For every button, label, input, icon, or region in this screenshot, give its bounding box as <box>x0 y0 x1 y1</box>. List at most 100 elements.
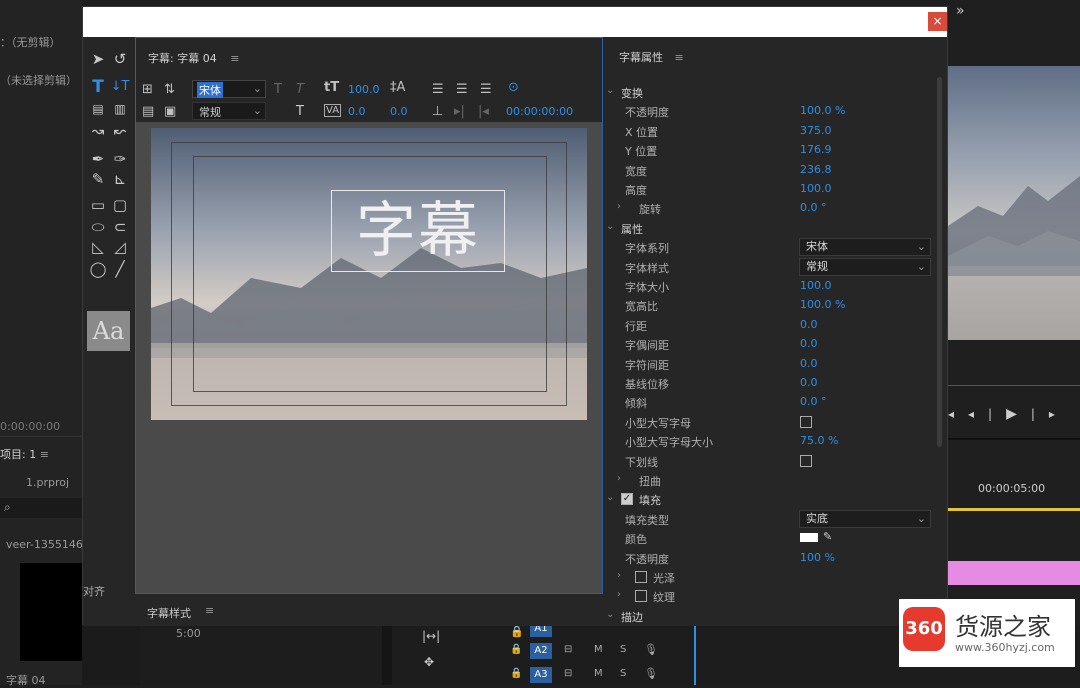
playhead-line[interactable] <box>694 625 696 685</box>
bold-icon[interactable]: T <box>274 82 282 97</box>
kerning-value[interactable]: 0.0 <box>348 105 366 118</box>
font-family-select[interactable]: 宋体 ⌄ <box>192 80 266 98</box>
property-checkbox[interactable] <box>800 415 812 428</box>
rotation-tool-icon[interactable]: ↺ <box>109 49 131 69</box>
property-checkbox[interactable] <box>635 571 647 583</box>
property-select[interactable]: 常规 ⌄ <box>799 257 931 276</box>
property-checkbox[interactable] <box>635 590 647 603</box>
color-swatch[interactable] <box>800 533 818 543</box>
property-select[interactable]: 实底 ⌄ <box>799 509 931 528</box>
ellipse-tool-icon[interactable]: ◯ <box>87 259 109 279</box>
dialog-titlebar[interactable]: × <box>83 7 947 37</box>
play-icon[interactable]: ▶ <box>1006 406 1031 422</box>
vertical-path-type-tool-icon[interactable]: ↜ <box>109 121 131 141</box>
property-value[interactable]: 100.0 <box>800 279 832 292</box>
timeline-clip[interactable] <box>948 561 1080 585</box>
property-value[interactable]: 0.0 <box>800 318 818 331</box>
delete-anchor-tool-icon[interactable]: ✑ <box>109 149 131 169</box>
leading-icon[interactable]: ‡A <box>390 80 405 95</box>
panel-menu-icon[interactable]: ≡ <box>230 52 239 65</box>
next-frame-icon[interactable]: |▸ <box>1031 407 1069 421</box>
close-button[interactable]: × <box>928 12 947 31</box>
arc-tool-icon[interactable]: ◿ <box>109 237 131 257</box>
chevron-right-icon[interactable]: › <box>617 570 621 581</box>
expand-icon[interactable]: » <box>956 3 965 19</box>
chevron-right-icon[interactable]: › <box>617 473 621 484</box>
property-value[interactable]: 0.0 ° <box>800 395 827 408</box>
property-value[interactable]: 75.0 % <box>800 434 838 447</box>
property-value[interactable]: 0.0 <box>800 337 818 350</box>
italic-icon[interactable]: T <box>296 82 304 97</box>
chevron-down-icon[interactable]: ⌄ <box>606 609 614 620</box>
prev-frame-icon[interactable]: ▸| <box>454 104 465 119</box>
panel-menu-icon[interactable]: ≡ <box>205 604 214 617</box>
leading-value[interactable]: 0.0 <box>390 105 408 118</box>
property-value[interactable]: 236.8 <box>800 163 832 176</box>
rounded-rectangle-tool-icon[interactable]: ▢ <box>109 195 131 215</box>
move-tool-icon[interactable]: ✥ <box>424 655 434 669</box>
add-anchor-tool-icon[interactable]: ✎ <box>87 169 109 189</box>
track-output-icon[interactable]: ⊟ <box>564 668 572 679</box>
chevron-down-icon[interactable]: ⌄ <box>606 85 614 96</box>
video-frame[interactable]: 字幕 <box>151 128 587 420</box>
project-tab[interactable]: 项目: 1 ≡ <box>0 446 49 462</box>
property-value[interactable]: 100.0 <box>800 182 832 195</box>
align-left-icon[interactable]: ☰ <box>432 82 444 97</box>
property-value[interactable]: 100.0 % <box>800 298 845 311</box>
chevron-down-icon[interactable]: ⌄ <box>606 492 614 503</box>
property-select[interactable]: 宋体 ⌄ <box>799 238 931 257</box>
chevron-right-icon[interactable]: › <box>617 589 621 600</box>
property-value[interactable]: 176.9 <box>800 143 832 156</box>
step-back-icon[interactable]: ◂ <box>948 407 968 421</box>
show-video-icon[interactable]: ⊙ <box>508 80 519 95</box>
property-value[interactable]: 100.0 % <box>800 104 845 117</box>
work-area-bar[interactable] <box>948 508 1080 511</box>
kerning-icon[interactable]: VA <box>324 104 342 117</box>
solo-button[interactable]: S <box>620 668 626 679</box>
lock-icon[interactable]: 🔒 <box>510 668 522 679</box>
pen-tool-icon[interactable]: ✒ <box>87 149 109 169</box>
property-checkbox[interactable] <box>800 454 812 467</box>
type-tool-icon[interactable]: T <box>87 77 109 97</box>
properties-scrollbar[interactable] <box>937 77 942 447</box>
background-video-icon[interactable]: ▣ <box>164 104 176 119</box>
microphone-icon[interactable]: 🎙 <box>644 643 658 656</box>
line-tool-icon[interactable]: ╱ <box>109 259 131 279</box>
video-timecode[interactable]: 00:00:00:00 <box>506 105 573 118</box>
microphone-icon[interactable]: 🎙 <box>644 667 658 680</box>
property-value[interactable]: 100 % <box>800 551 835 564</box>
tab-stops-icon[interactable]: ⊥ <box>432 104 443 119</box>
style-preview-swatch[interactable]: Aa <box>87 311 130 351</box>
new-title-icon[interactable]: ⊞ <box>142 82 153 97</box>
lock-icon[interactable]: 🔒 <box>510 644 522 655</box>
property-value[interactable]: 0.0 ° <box>800 201 827 214</box>
vertical-type-tool-icon[interactable]: ↓T <box>109 77 131 97</box>
property-value[interactable]: 0.0 <box>800 376 818 389</box>
prev-frame-icon[interactable]: ◂| <box>968 407 1006 421</box>
property-row[interactable]: › 纹理 <box>603 587 933 606</box>
convert-anchor-tool-icon[interactable]: ⊾ <box>109 169 131 189</box>
align-center-icon[interactable]: ☰ <box>456 82 468 97</box>
property-row[interactable]: › 旋转 0.0 ° <box>603 199 933 218</box>
vertical-area-type-tool-icon[interactable]: ▥ <box>109 99 131 119</box>
track-label[interactable]: A2 <box>530 643 552 659</box>
roll-crawl-icon[interactable]: ⇅ <box>164 82 175 97</box>
property-row[interactable]: › 扭曲 <box>603 471 933 490</box>
area-type-tool-icon[interactable]: ▤ <box>87 99 109 119</box>
property-value[interactable]: 375.0 <box>800 124 832 137</box>
eyedropper-icon[interactable]: ✎ <box>823 530 832 543</box>
chevron-down-icon[interactable]: ⌄ <box>606 221 614 232</box>
align-right-icon[interactable]: ☰ <box>480 82 492 97</box>
chevron-right-icon[interactable]: › <box>617 201 621 212</box>
property-row[interactable]: ⌄ ✓ 填充 <box>603 490 933 509</box>
ripple-edit-icon[interactable]: |↔| <box>422 629 440 643</box>
fill-checkbox[interactable]: ✓ <box>621 493 633 506</box>
font-size-icon[interactable]: tT <box>324 80 339 95</box>
property-row[interactable]: › 光泽 <box>603 568 933 587</box>
panel-menu-icon[interactable]: ≡ <box>675 51 684 64</box>
wedge-tool-icon[interactable]: ◺ <box>87 237 109 257</box>
underline-icon[interactable]: T <box>296 104 304 119</box>
mute-button[interactable]: M <box>594 644 603 655</box>
selection-tool-icon[interactable]: ➤ <box>87 49 109 69</box>
templates-icon[interactable]: ▤ <box>142 104 154 119</box>
